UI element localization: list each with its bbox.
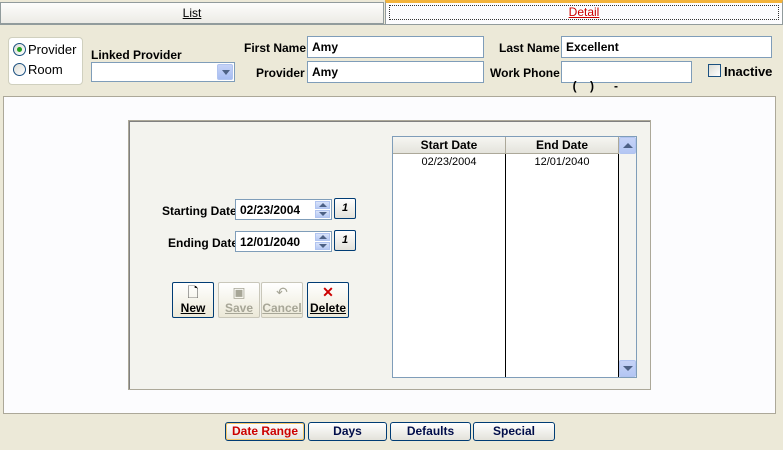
ending-date-input[interactable]: 12/01/2040 xyxy=(235,231,332,252)
scroll-down-icon[interactable] xyxy=(619,360,636,377)
red-x-icon: ✕ xyxy=(322,284,334,300)
calendar-icon[interactable]: 1 xyxy=(334,230,356,251)
new-document-icon: 🗋 xyxy=(187,284,199,300)
cancel-button-label: Cancel xyxy=(262,301,302,315)
ending-date-label: Ending Date xyxy=(168,236,239,250)
provider-label: Provider xyxy=(256,66,305,80)
tab-divider xyxy=(0,24,783,25)
chevron-down-icon[interactable] xyxy=(217,64,233,80)
provider-value: Amy xyxy=(312,65,339,79)
new-button-label: New xyxy=(180,301,206,315)
floppy-disk-icon: ▣ xyxy=(232,284,246,300)
spin-down-icon[interactable] xyxy=(315,210,330,218)
spin-down-icon[interactable] xyxy=(315,242,330,250)
delete-button-label: Delete xyxy=(309,301,347,315)
type-radio-group: Provider Room xyxy=(8,37,83,85)
linked-provider-combo[interactable] xyxy=(91,62,235,82)
first-name-field[interactable]: Amy xyxy=(307,36,484,58)
tab-detail[interactable]: Detail xyxy=(385,0,783,24)
cancel-button[interactable]: ↶ Cancel xyxy=(261,282,303,318)
room-radio[interactable] xyxy=(13,63,26,76)
ending-date-value: 12/01/2040 xyxy=(240,235,301,249)
last-name-label: Last Name xyxy=(499,41,560,55)
tab-focus-rect xyxy=(389,5,779,20)
defaults-button[interactable]: Defaults xyxy=(390,422,471,441)
work-phone-field[interactable]: ( ) - xyxy=(561,61,692,93)
tab-list-label: List xyxy=(182,6,202,20)
inactive-checkbox[interactable] xyxy=(708,64,721,77)
new-button[interactable]: 🗋 New xyxy=(172,282,214,318)
spin-up-icon[interactable] xyxy=(315,201,330,209)
delete-button[interactable]: ✕ Delete xyxy=(307,282,349,318)
grid-column-divider xyxy=(505,154,506,377)
starting-date-input[interactable]: 02/23/2004 xyxy=(235,199,332,220)
provider-field[interactable]: Amy xyxy=(307,61,484,83)
grid-scrollbar[interactable] xyxy=(619,137,636,377)
work-phone-label: Work Phone xyxy=(490,66,560,80)
table-row-cell-end[interactable]: 12/01/2040 xyxy=(506,156,618,168)
date-range-button[interactable]: Date Range xyxy=(225,422,305,441)
first-name-label: First Name xyxy=(244,41,307,55)
undo-icon: ↶ xyxy=(276,284,288,300)
last-name-field[interactable]: Excellent xyxy=(561,36,772,58)
starting-date-spinner[interactable] xyxy=(315,201,330,218)
calendar-icon[interactable]: 1 xyxy=(334,198,356,219)
starting-date-value: 02/23/2004 xyxy=(240,203,301,217)
save-button[interactable]: ▣ Save xyxy=(218,282,260,318)
days-button[interactable]: Days xyxy=(308,422,387,441)
spin-up-icon[interactable] xyxy=(315,233,330,241)
first-name-value: Amy xyxy=(312,40,339,54)
provider-radio[interactable] xyxy=(13,43,26,56)
date-range-grid[interactable]: Start Date End Date 02/23/2004 12/01/204… xyxy=(392,136,637,378)
starting-date-label: Starting Date xyxy=(162,204,237,218)
scroll-up-icon[interactable] xyxy=(619,137,636,154)
grid-header-end-date[interactable]: End Date xyxy=(506,137,619,154)
room-radio-label[interactable]: Room xyxy=(28,62,63,77)
special-button[interactable]: Special xyxy=(473,422,555,441)
linked-provider-label: Linked Provider xyxy=(91,48,182,62)
tab-list[interactable]: List xyxy=(0,2,384,24)
inactive-label[interactable]: Inactive xyxy=(724,64,772,79)
provider-radio-label[interactable]: Provider xyxy=(28,42,76,57)
work-phone-value: ( ) - xyxy=(572,79,618,93)
ending-date-spinner[interactable] xyxy=(315,233,330,250)
grid-header-start-date[interactable]: Start Date xyxy=(393,137,506,154)
table-row-cell-start[interactable]: 02/23/2004 xyxy=(393,156,505,168)
save-button-label: Save xyxy=(224,301,254,315)
last-name-value: Excellent xyxy=(566,40,619,54)
